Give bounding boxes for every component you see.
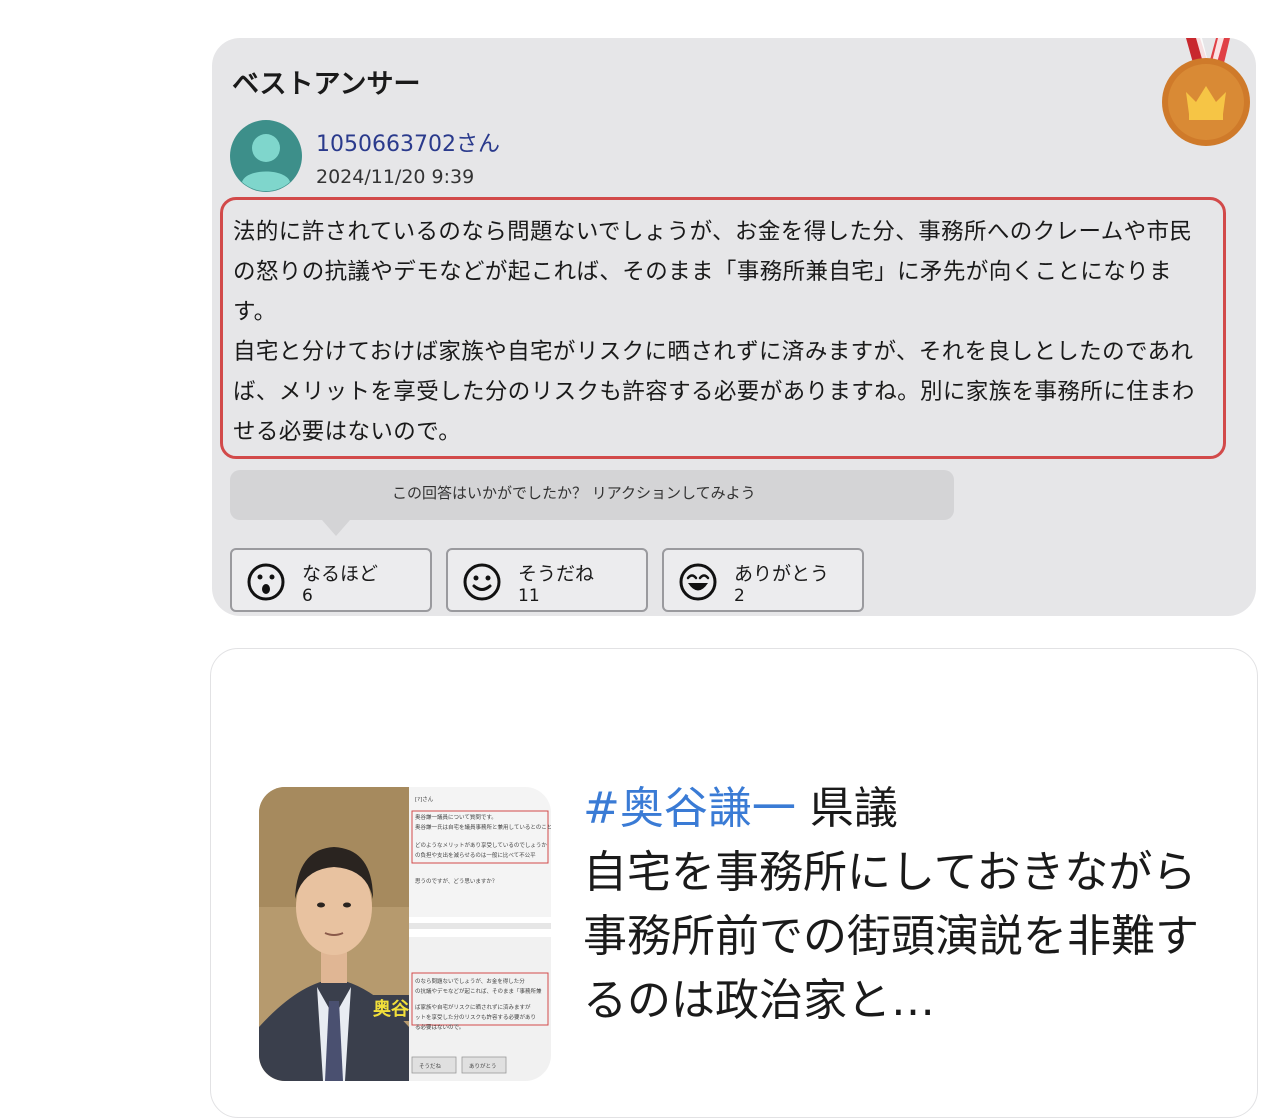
reaction-count: 2 bbox=[734, 586, 745, 606]
thumbnail-snippet: 奥谷謙一氏は自宅を議員事務所と兼用しているとのこと bbox=[415, 823, 551, 831]
reaction-count: 6 bbox=[302, 586, 313, 606]
thumbnail-snippet: のなら問題ないでしょうが、お金を得した分 bbox=[415, 977, 525, 985]
reaction-button-naruhodo[interactable]: なるほど 6 bbox=[230, 548, 432, 612]
best-answer-title: ベストアンサー bbox=[232, 69, 421, 100]
thumbnail-caption: 奥谷 bbox=[373, 998, 410, 1020]
best-answer-card: ベストアンサー 1050663702さん 2024/11/20 9:39 法的に… bbox=[212, 38, 1256, 616]
thumbnail-image: 奥谷 [?]さん 奥谷謙一議員について質問です。 奥谷謙一氏は自宅を議員事務所と… bbox=[259, 787, 551, 1081]
answer-datetime: 2024/11/20 9:39 bbox=[316, 166, 475, 188]
reaction-label: そうだね bbox=[518, 563, 595, 585]
reaction-count: 11 bbox=[518, 586, 540, 606]
reaction-prompt-bubble: この回答はいかがでしたか？ リアクションしてみよう bbox=[230, 470, 954, 536]
link-preview-text[interactable]: #奥谷謙一 県議 自宅を事務所にしておきながら事務所前での街頭演説を非難するのは… bbox=[583, 777, 1223, 1033]
thumbnail-snippet: 思うのですが、どう思いますか？ bbox=[415, 877, 497, 885]
medal-crown-icon bbox=[1162, 38, 1250, 146]
answer-text: 法的に許されているのなら問題ないでしょうが、お金を得した分、事務所へのクレームや… bbox=[220, 197, 1226, 459]
reaction-button-soudane[interactable]: そうだね 11 bbox=[446, 548, 648, 612]
reaction-label: ありがとう bbox=[734, 563, 830, 585]
thumbnail-snippet: 奥谷謙一議員について質問です。 bbox=[415, 813, 497, 821]
link-preview-card[interactable]: 奥谷 [?]さん 奥谷謙一議員について質問です。 奥谷謙一氏は自宅を議員事務所と… bbox=[210, 648, 1258, 1118]
username[interactable]: 1050663702さん bbox=[316, 126, 500, 158]
hashtag-link[interactable]: #奥谷謙一 bbox=[583, 783, 796, 834]
reaction-button-arigatou[interactable]: ありがとう 2 bbox=[662, 548, 864, 612]
grin-face-icon bbox=[679, 563, 717, 601]
reaction-label: なるほど bbox=[302, 563, 379, 585]
thumbnail-snippet: [?]さん bbox=[415, 796, 434, 803]
link-body: 自宅を事務所にしておきながら事務所前での街頭演説を非難するのは政治家と… bbox=[583, 847, 1199, 1026]
smile-face-icon bbox=[463, 563, 501, 601]
thumbnail-snippet: る必要はないので。 bbox=[415, 1023, 464, 1031]
avatar[interactable] bbox=[230, 120, 302, 192]
surprised-face-icon bbox=[247, 563, 285, 601]
thumbnail-snippet: そうだね bbox=[419, 1063, 442, 1070]
thumbnail-snippet: ありがとう bbox=[469, 1062, 497, 1070]
link-title-rest: 県議 bbox=[795, 783, 898, 834]
thumbnail-snippet: ットを享受した分のリスクも許容する必要があり bbox=[415, 1013, 536, 1021]
thumbnail-snippet: どのようなメリットがあり享受しているのでしょうか bbox=[415, 841, 547, 849]
reaction-prompt-text: この回答はいかがでしたか？ リアクションしてみよう bbox=[392, 484, 756, 502]
link-thumbnail[interactable]: 奥谷 [?]さん 奥谷謙一議員について質問です。 奥谷謙一氏は自宅を議員事務所と… bbox=[259, 787, 551, 1081]
thumbnail-snippet: の負担や支出を減らせるのは一般に比べて不公平 bbox=[415, 851, 536, 859]
thumbnail-snippet: ば家族や自宅がリスクに晒されずに済みますが bbox=[415, 1003, 531, 1011]
thumbnail-snippet: の抗議やデモなどが起これば、そのまま「事務所兼 bbox=[415, 987, 542, 995]
